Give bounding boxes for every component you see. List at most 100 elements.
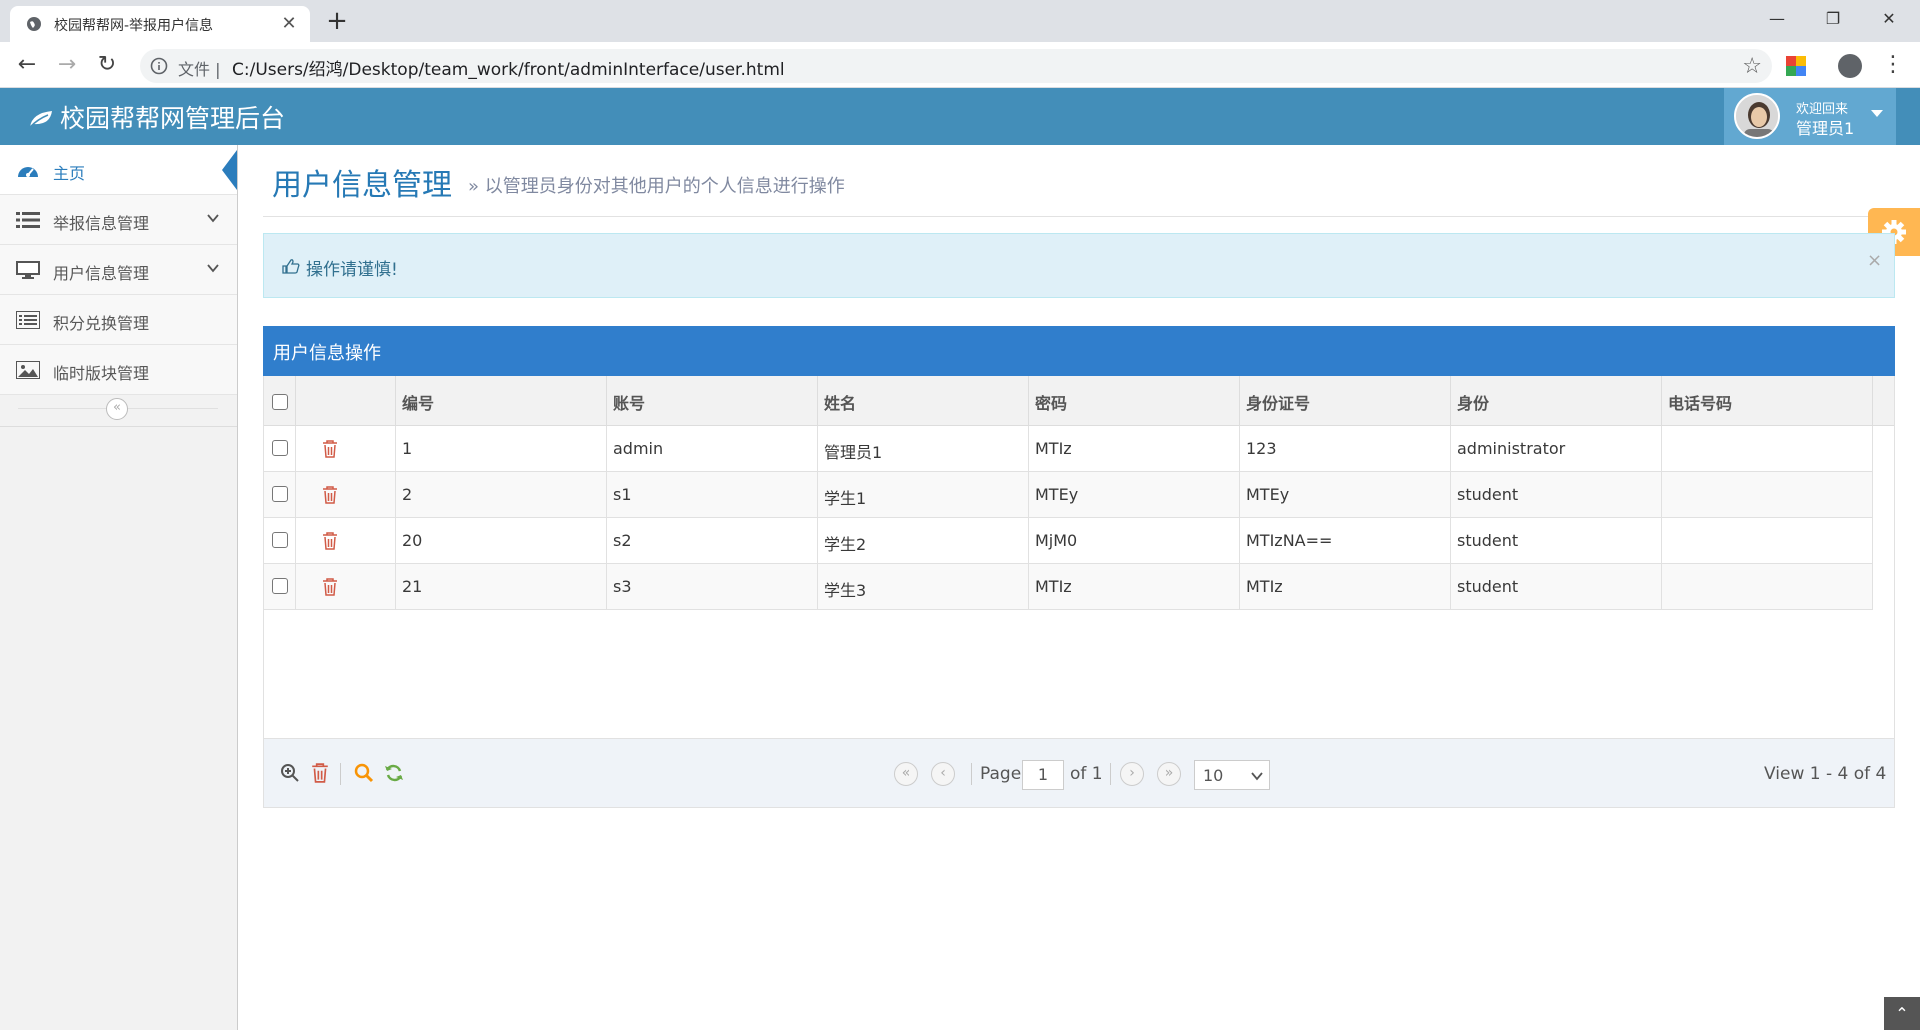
extension-icon[interactable] [1785,55,1807,77]
search-icon[interactable] [354,763,374,783]
last-page-button[interactable]: » [1157,762,1181,786]
select-all-checkbox[interactable] [272,394,288,410]
sidebar-item-users[interactable]: 用户信息管理 [0,245,237,295]
bookmark-star-icon[interactable]: ☆ [1742,54,1762,79]
column-header[interactable]: 姓名 [818,376,1029,426]
row-checkbox[interactable] [272,440,288,456]
browser-menu-icon[interactable]: ⋮ [1882,50,1904,80]
tab-title: 校园帮帮网-举报用户信息 [54,18,214,34]
cell-role: student [1451,518,1662,564]
trash-icon[interactable] [322,578,338,596]
sidebar-item-temp-board[interactable]: 临时版块管理 [0,345,237,395]
tab-close-icon[interactable]: ✕ [278,13,300,35]
column-header[interactable]: 身份证号 [1240,376,1451,426]
table-row[interactable]: 2 s1 学生1 MTEy MTEy student [264,472,1873,518]
table-row[interactable]: 21 s3 学生3 MTIz MTIz student [264,564,1873,610]
chevron-down-icon [207,264,219,273]
column-header[interactable]: 身份 [1451,376,1662,426]
sidebar-item-points[interactable]: 积分兑换管理 [0,295,237,345]
header-action-cell [296,376,396,426]
url-scheme-label: 文件 | [178,60,221,79]
header-select-cell [264,376,296,426]
sidebar-item-report[interactable]: 举报信息管理 [0,195,237,245]
chevron-down-icon [1251,772,1263,781]
record-count: View 1 - 4 of 4 [1764,764,1887,784]
address-bar[interactable]: 文件 | C:/Users/绍鸿/Desktop/team_work/front… [140,49,1772,83]
row-checkbox[interactable] [272,532,288,548]
desktop-icon [16,261,40,279]
browser-tab[interactable]: 校园帮帮网-举报用户信息 ✕ [10,6,310,42]
brand-title: 校园帮帮网管理后台 [60,104,286,133]
maximize-button[interactable]: ❐ [1810,4,1856,34]
trash-icon[interactable] [322,486,338,504]
cell-idcard: MTIz [1240,564,1451,610]
zoom-in-icon[interactable] [280,763,300,783]
page-label: Page [980,764,1022,784]
first-page-button[interactable]: « [894,762,918,786]
back-to-top-button[interactable]: ⌃ [1884,997,1920,1030]
cell-account: admin [607,426,818,472]
trash-icon[interactable] [322,532,338,550]
back-button[interactable]: ← [12,50,42,80]
prev-page-button[interactable]: ‹ [931,762,955,786]
url-text[interactable]: C:/Users/绍鸿/Desktop/team_work/front/admi… [232,55,785,80]
select-cell [264,518,296,564]
cell-id: 2 [396,472,607,518]
window-close-button[interactable]: ✕ [1866,4,1912,34]
minimize-button[interactable]: — [1754,4,1800,34]
sidebar-collapse-button[interactable]: « [106,398,128,420]
avatar-image [1736,95,1778,137]
cell-idcard: MTIzNA== [1240,518,1451,564]
column-header[interactable]: 编号 [396,376,607,426]
sidebar-item-label: 举报信息管理 [53,214,150,233]
row-checkbox[interactable] [272,486,288,502]
trash-icon[interactable] [322,440,338,458]
user-table: 编号 账号 姓名 密码 身份证号 身份 电话号码 1 admin 管理员1 MT… [263,376,1895,738]
next-page-button[interactable]: › [1120,762,1144,786]
table-header: 编号 账号 姓名 密码 身份证号 身份 电话号码 [264,376,1894,426]
divider [263,216,1895,217]
select-cell [264,472,296,518]
reload-button[interactable]: ↻ [92,50,122,80]
cell-id: 21 [396,564,607,610]
divider [340,763,341,785]
forward-button[interactable]: → [52,50,82,80]
profile-icon[interactable] [1838,54,1862,78]
action-cell [296,472,396,518]
brand[interactable]: 校园帮帮网管理后台 [28,99,285,135]
page-input[interactable]: 1 [1022,760,1064,790]
list-icon [16,212,40,228]
column-header[interactable]: 密码 [1029,376,1240,426]
trash-icon[interactable] [310,763,330,783]
action-cell [296,564,396,610]
caret-down-icon[interactable] [1871,110,1883,117]
alert-text: 操作请谨慎! [306,260,398,280]
cell-name: 学生1 [818,472,1029,518]
sidebar-item-label: 主页 [53,164,86,183]
info-icon[interactable] [150,57,168,75]
table-row[interactable]: 1 admin 管理员1 MTIz 123 administrator [264,426,1873,472]
browser-tab-strip: 校园帮帮网-举报用户信息 ✕ + — ❐ ✕ [0,0,1920,42]
rows-per-page-select[interactable]: 10 [1194,760,1270,790]
cell-idcard: 123 [1240,426,1451,472]
column-header[interactable]: 账号 [607,376,818,426]
cell-password: MTEy [1029,472,1240,518]
new-tab-button[interactable]: + [323,8,351,36]
table-row[interactable]: 20 s2 学生2 MjM0 MTIzNA== student [264,518,1873,564]
divider [0,426,237,427]
action-cell [296,426,396,472]
cell-password: MTIz [1029,564,1240,610]
cell-account: s2 [607,518,818,564]
sidebar-item-label: 临时版块管理 [53,364,150,383]
user-menu[interactable]: 欢迎回来 管理员1 [1724,88,1896,145]
sidebar-item-home[interactable]: 主页 [0,145,237,195]
cell-idcard: MTEy [1240,472,1451,518]
page-count-label: of 1 [1070,764,1103,784]
cell-name: 学生2 [818,518,1029,564]
alert-close-icon[interactable]: × [1867,250,1882,271]
row-checkbox[interactable] [272,578,288,594]
username: 管理员1 [1796,119,1855,138]
column-header[interactable]: 电话号码 [1662,376,1873,426]
sidebar-item-label: 用户信息管理 [53,264,150,283]
refresh-icon[interactable] [384,763,404,783]
